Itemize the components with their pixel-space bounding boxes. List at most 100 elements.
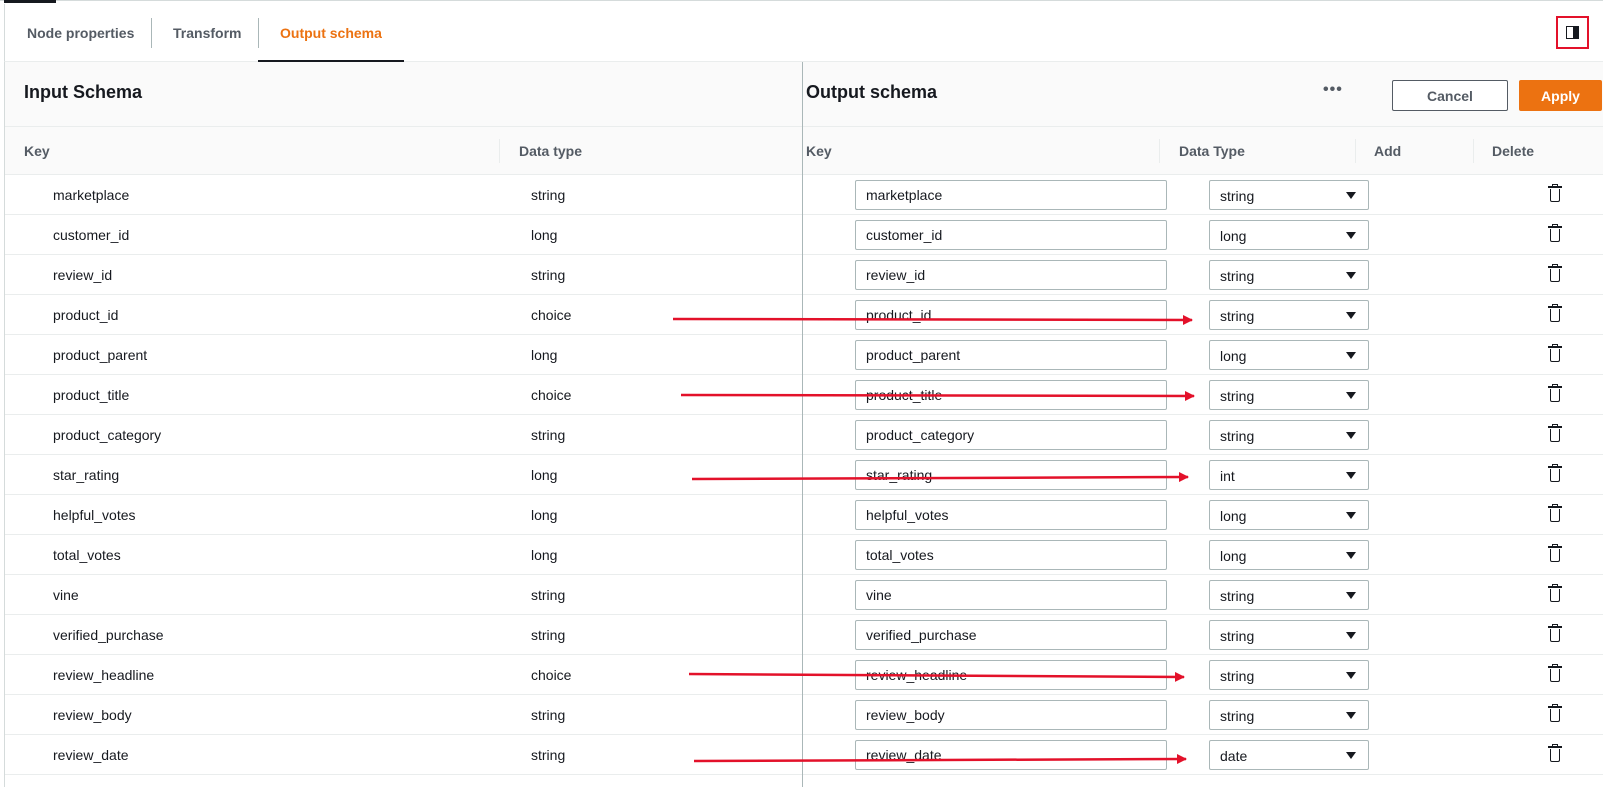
panel-toggle-button[interactable] [1556, 16, 1589, 49]
key-input[interactable] [855, 380, 1167, 410]
data-type-select[interactable]: long [1209, 540, 1369, 570]
caret-down-icon [1346, 512, 1356, 519]
trash-icon[interactable] [1548, 224, 1562, 243]
trash-icon[interactable] [1548, 184, 1562, 203]
trash-icon[interactable] [1548, 584, 1562, 603]
apply-button[interactable]: Apply [1519, 80, 1602, 111]
key-input[interactable] [855, 660, 1167, 690]
data-type-select[interactable]: long [1209, 220, 1369, 250]
table-row: string [803, 255, 1603, 295]
column-divider [1473, 139, 1474, 163]
input-key: star_rating [53, 467, 120, 483]
caret-down-icon [1346, 352, 1356, 359]
data-type-value: long [1220, 548, 1247, 564]
data-type-select[interactable]: long [1209, 340, 1369, 370]
col-add: Add [1374, 143, 1402, 159]
data-type-value: int [1220, 468, 1235, 484]
trash-icon[interactable] [1548, 664, 1562, 683]
table-row: long [803, 335, 1603, 375]
caret-down-icon [1346, 632, 1356, 639]
data-type-value: string [1220, 588, 1255, 604]
input-data-type: string [531, 747, 566, 763]
table-row: long [803, 215, 1603, 255]
key-input[interactable] [855, 420, 1167, 450]
input-data-type: string [531, 187, 566, 203]
input-data-type: long [531, 547, 558, 563]
data-type-select[interactable]: string [1209, 300, 1369, 330]
key-input[interactable] [855, 340, 1167, 370]
input-key: review_body [53, 707, 132, 723]
output-schema-header: Output schema ••• Cancel Apply [803, 62, 1603, 127]
ellipsis-icon[interactable]: ••• [1323, 82, 1343, 98]
table-row: string [803, 695, 1603, 735]
data-type-select[interactable]: long [1209, 500, 1369, 530]
input-key: review_date [53, 747, 129, 763]
data-type-select[interactable]: string [1209, 580, 1369, 610]
trash-icon[interactable] [1548, 544, 1562, 563]
data-type-select[interactable]: string [1209, 420, 1369, 450]
key-input[interactable] [855, 220, 1167, 250]
column-divider [1355, 139, 1356, 163]
trash-icon[interactable] [1548, 504, 1562, 523]
input-key: customer_id [53, 227, 130, 243]
input-schema-header: Input Schema [5, 62, 802, 127]
input-key: product_id [53, 307, 119, 323]
data-type-select[interactable]: int [1209, 460, 1369, 490]
top-accent [4, 0, 56, 3]
key-input[interactable] [855, 300, 1167, 330]
data-type-select[interactable]: date [1209, 740, 1369, 770]
input-key: product_title [53, 387, 130, 403]
table-row: customer_id long [5, 215, 802, 255]
trash-icon[interactable] [1548, 704, 1562, 723]
caret-down-icon [1346, 392, 1356, 399]
trash-icon[interactable] [1548, 304, 1562, 323]
tab-output-schema[interactable]: Output schema [258, 4, 404, 62]
data-type-select[interactable]: string [1209, 380, 1369, 410]
key-input[interactable] [855, 180, 1167, 210]
key-input[interactable] [855, 500, 1167, 530]
data-type-select[interactable]: string [1209, 620, 1369, 650]
trash-icon[interactable] [1548, 344, 1562, 363]
data-type-value: string [1220, 708, 1255, 724]
trash-icon[interactable] [1548, 744, 1562, 763]
data-type-select[interactable]: string [1209, 700, 1369, 730]
table-row: long [803, 535, 1603, 575]
input-data-type: string [531, 587, 566, 603]
caret-down-icon [1346, 592, 1356, 599]
key-input[interactable] [855, 540, 1167, 570]
trash-icon[interactable] [1548, 624, 1562, 643]
table-row: helpful_votes long [5, 495, 802, 535]
table-row: product_title choice [5, 375, 802, 415]
key-input[interactable] [855, 460, 1167, 490]
table-row: int [803, 455, 1603, 495]
data-type-value: long [1220, 508, 1247, 524]
key-input[interactable] [855, 580, 1167, 610]
data-type-select[interactable]: string [1209, 660, 1369, 690]
table-row: vine string [5, 575, 802, 615]
caret-down-icon [1346, 752, 1356, 759]
tab-transform[interactable]: Transform [151, 4, 263, 62]
data-type-select[interactable]: string [1209, 260, 1369, 290]
data-type-select[interactable]: string [1209, 180, 1369, 210]
tab-node-properties[interactable]: Node properties [5, 4, 156, 62]
output-schema-pane: Output schema ••• Cancel Apply Key Data … [803, 62, 1603, 787]
key-input[interactable] [855, 260, 1167, 290]
cancel-button[interactable]: Cancel [1392, 80, 1508, 111]
trash-icon[interactable] [1548, 264, 1562, 283]
caret-down-icon [1346, 432, 1356, 439]
caret-down-icon [1346, 672, 1356, 679]
table-row: review_headline choice [5, 655, 802, 695]
col-data-type: Data type [519, 143, 583, 159]
key-input[interactable] [855, 620, 1167, 650]
trash-icon[interactable] [1548, 464, 1562, 483]
input-key: review_id [53, 267, 113, 283]
key-input[interactable] [855, 740, 1167, 770]
input-key: helpful_votes [53, 507, 136, 523]
input-key: verified_purchase [53, 627, 164, 643]
key-input[interactable] [855, 700, 1167, 730]
input-key: product_category [53, 427, 162, 443]
trash-icon[interactable] [1548, 424, 1562, 443]
panel-split-icon [1566, 26, 1579, 39]
trash-icon[interactable] [1548, 384, 1562, 403]
col-delete: Delete [1492, 143, 1535, 159]
